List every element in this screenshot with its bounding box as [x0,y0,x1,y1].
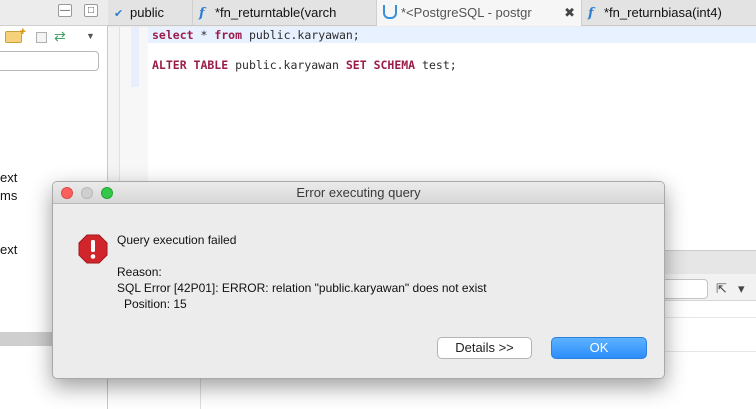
minimize-icon[interactable]: — [58,4,72,17]
code-line-1[interactable]: select * from public.karyawan; [152,27,360,43]
error-icon [78,234,108,264]
tree-item-fragment[interactable]: ext [0,170,17,185]
dialog-title: Error executing query [296,185,421,200]
code-line-2[interactable]: ALTER TABLE public.karyawan SET SCHEMA t… [152,57,457,73]
dialog-titlebar: Error executing query [53,182,664,204]
sql-text: * [193,28,215,42]
tab-postgresql-editor[interactable]: *<PostgreSQL - postgr ✖ [377,0,582,26]
tree-item-fragment[interactable]: ms [0,188,17,203]
editor-tab-bar: ✔ public f *fn_returntable(varch *<Postgre… [108,0,756,26]
function-icon: f [588,6,594,21]
tab-label: *<PostgreSQL - postgr [401,5,532,20]
tree-item-fragment[interactable]: ext [0,242,17,257]
link-editor-icon[interactable]: ⇄ [54,28,66,45]
tab-public[interactable]: ✔ public [108,0,193,26]
collapse-all-icon[interactable] [36,32,47,43]
sql-text: test; [415,58,457,72]
tab-fn-returntable[interactable]: f *fn_returntable(varch [193,0,377,26]
maximize-icon[interactable]: □ [84,4,98,17]
check-icon: ✔ [114,7,124,20]
error-position: Position: 15 [124,297,187,311]
ok-button[interactable]: OK [551,337,647,359]
tab-fn-returnbiasa[interactable]: f *fn_returnbiasa(int4) [582,0,756,26]
sql-editor-icon [383,5,397,19]
sql-keyword: SET SCHEMA [345,58,416,72]
sql-text: public.karyawan; [242,28,360,42]
navigator-filter-input[interactable] [0,51,99,71]
sql-keyword: select [152,28,194,42]
error-dialog: Error executing query Query execution fa… [52,181,665,379]
view-menu-icon[interactable]: ▼ [86,31,95,41]
sql-text: public.karyawan [228,58,346,72]
expand-icon[interactable]: ⇱ [716,281,727,297]
sql-keyword: from [214,28,243,42]
error-message: SQL Error [42P01]: ERROR: relation "publ… [117,281,487,295]
sql-keyword: ALTER TABLE [152,58,229,72]
tab-label: *fn_returnbiasa(int4) [604,5,722,20]
function-icon: f [199,6,205,21]
statement-marker [131,27,139,87]
tab-label: *fn_returntable(varch [215,5,337,20]
error-headline: Query execution failed [117,233,237,247]
new-folder-icon[interactable] [5,26,26,43]
close-icon[interactable]: ✖ [564,0,575,26]
reason-label: Reason: [117,265,162,279]
navigator-toolbar: — □ [0,0,108,26]
tab-label: public [130,5,164,20]
filter-menu-icon[interactable]: ▾ [738,281,745,297]
details-button[interactable]: Details >> [437,337,532,359]
